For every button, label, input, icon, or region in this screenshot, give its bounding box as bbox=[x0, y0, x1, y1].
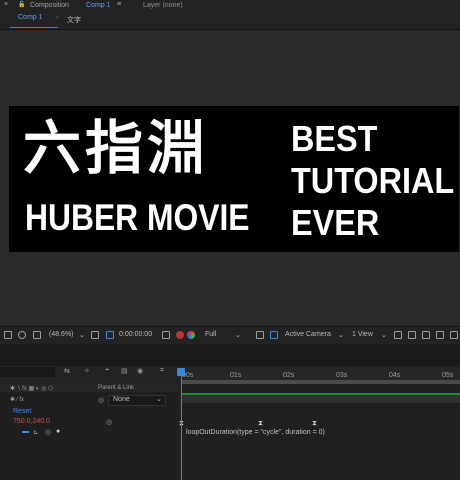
vr-glasses-icon[interactable] bbox=[18, 331, 26, 339]
view-chevron-down-icon[interactable]: ⌄ bbox=[381, 331, 387, 339]
best-text: BEST bbox=[291, 118, 378, 159]
ruler-tick: 01s bbox=[230, 372, 242, 379]
camera-snapshot-icon[interactable] bbox=[162, 331, 170, 339]
color-channel-icon[interactable] bbox=[187, 331, 195, 339]
switches-column-icons: ✱ ∖ fx ▦ ◐ ◎ ⬡ bbox=[10, 386, 54, 392]
ruler-tick: 05s bbox=[442, 372, 454, 379]
camera-chevron-down-icon[interactable]: ⌄ bbox=[338, 331, 344, 339]
expression-graph-icon[interactable]: ⊾ bbox=[33, 428, 39, 436]
lock-icon[interactable]: 🔓 bbox=[18, 1, 25, 8]
frame-blending-icon[interactable]: ▤ bbox=[121, 367, 128, 375]
panel-comp-name[interactable]: Comp 1 bbox=[86, 2, 111, 9]
expression-enable-icon[interactable] bbox=[22, 431, 29, 433]
ruler-tick: 02s bbox=[283, 372, 295, 379]
toggle-pixel-aspect-icon[interactable] bbox=[394, 331, 402, 339]
position-value[interactable]: 750.0,240.0 bbox=[13, 418, 50, 425]
ruler-tick: 04s bbox=[389, 372, 401, 379]
panel-header: × 🔓 Composition Comp 1 ≡ Layer (none) bbox=[0, 0, 460, 12]
show-channel-icon[interactable] bbox=[176, 331, 184, 339]
pickwhip-icon[interactable]: ◎ bbox=[98, 396, 104, 404]
timecode-icon[interactable] bbox=[106, 331, 114, 339]
shy-layers-icon[interactable]: ◓ bbox=[105, 367, 109, 374]
timeline-icon[interactable] bbox=[422, 331, 430, 339]
fast-previews-icon[interactable] bbox=[408, 331, 416, 339]
composition-mini-flowchart-icon[interactable]: ⇆ bbox=[64, 367, 70, 375]
cjk-title-text: 六指淵 bbox=[23, 114, 210, 182]
parent-value[interactable]: None bbox=[113, 396, 130, 403]
motion-blur-icon[interactable]: ◉ bbox=[137, 367, 143, 375]
region-of-interest-icon[interactable] bbox=[256, 331, 264, 339]
reset-link[interactable]: Reset bbox=[13, 408, 31, 415]
viewer-toolbar: (48.6%) ⌄ 0:00:00:00 Full ⌄ Active Camer… bbox=[0, 326, 460, 344]
camera-select[interactable]: Active Camera bbox=[285, 331, 331, 338]
graph-editor-icon[interactable]: ⌗ bbox=[160, 367, 164, 375]
grid-toggle-icon[interactable] bbox=[33, 331, 41, 339]
resolution-select[interactable]: Full bbox=[205, 331, 216, 338]
reset-exposure-icon[interactable] bbox=[450, 331, 458, 339]
zoom-level[interactable]: (48.6%) bbox=[49, 331, 74, 338]
fit-icon[interactable] bbox=[91, 331, 99, 339]
panel-title-prefix: Composition bbox=[30, 2, 69, 9]
active-tab-indicator bbox=[10, 27, 58, 28]
tab-arrow-icon: › bbox=[56, 14, 59, 21]
transparency-grid-icon[interactable] bbox=[270, 331, 278, 339]
parent-chevron-down-icon[interactable]: ⌄ bbox=[156, 395, 162, 403]
panel-divider bbox=[0, 344, 460, 366]
work-area-bar[interactable] bbox=[181, 380, 460, 384]
panel-menu-icon[interactable]: ≡ bbox=[117, 1, 121, 8]
composition-artboard[interactable]: 六指淵 HUBER MOVIE BEST TUTORIAL EVER bbox=[9, 106, 459, 252]
parent-link-header: Parent & Link bbox=[98, 385, 135, 391]
property-pickwhip-icon[interactable]: ◎ bbox=[106, 418, 112, 426]
keyframe-icon[interactable]: ⧗ bbox=[312, 420, 317, 428]
current-time-indicator[interactable] bbox=[177, 368, 185, 376]
keyframe-icon[interactable]: ⧗ bbox=[258, 420, 263, 428]
close-icon[interactable]: × bbox=[4, 1, 8, 8]
ever-text: EVER bbox=[291, 202, 380, 243]
ruler-tick: 03s bbox=[336, 372, 348, 379]
layer-panel-title[interactable]: Layer (none) bbox=[143, 2, 183, 9]
expression-pickwhip-icon[interactable]: ◎ bbox=[45, 428, 51, 436]
always-preview-icon[interactable] bbox=[4, 331, 12, 339]
tab-text-layer[interactable]: 文字 bbox=[67, 15, 81, 25]
layer-track[interactable] bbox=[181, 395, 460, 403]
flowchart-icon[interactable] bbox=[436, 331, 444, 339]
layer-switch-icons[interactable]: ✱ ∕ fx bbox=[10, 396, 24, 403]
zoom-chevron-down-icon[interactable]: ⌄ bbox=[79, 331, 85, 339]
tab-comp-1[interactable]: Comp 1 bbox=[18, 14, 43, 21]
brand-text: HUBER MOVIE bbox=[25, 197, 250, 238]
draft-3d-icon[interactable]: ✧ bbox=[84, 367, 90, 375]
tutorial-text: TUTORIAL bbox=[291, 160, 455, 201]
view-layout-select[interactable]: 1 View bbox=[352, 331, 373, 338]
resolution-chevron-down-icon[interactable]: ⌄ bbox=[235, 331, 241, 339]
playhead-line bbox=[181, 370, 182, 480]
timeline-search-input[interactable] bbox=[0, 367, 55, 377]
time-ruler[interactable] bbox=[181, 368, 460, 380]
expression-language-menu-icon[interactable]: ● bbox=[56, 428, 60, 435]
expression-text[interactable]: loopOutDuration(type = "cycle", duration… bbox=[186, 429, 325, 436]
timecode[interactable]: 0:00:00:00 bbox=[119, 331, 152, 338]
